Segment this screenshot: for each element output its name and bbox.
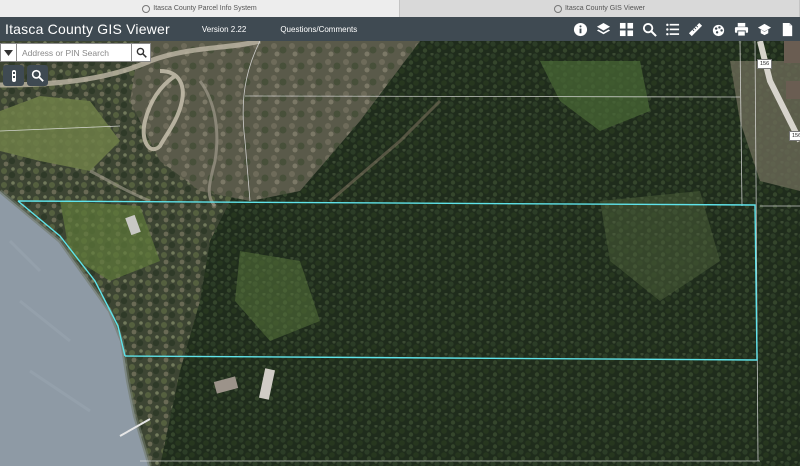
education-cap-icon [757, 23, 771, 35]
draw-button[interactable] [709, 20, 727, 38]
road-label: 156 [757, 59, 773, 69]
layers-button[interactable] [594, 20, 612, 38]
search-type-dropdown[interactable] [0, 43, 17, 62]
info-button[interactable] [571, 20, 589, 38]
export-icon [782, 22, 792, 36]
info-icon [573, 22, 587, 36]
print-button[interactable] [732, 20, 750, 38]
draw-icon [712, 24, 724, 36]
browser-tab-strip: Itasca County Parcel Info System Itasca … [0, 0, 800, 17]
aerial-imagery [0, 41, 800, 466]
browser-tab-label: Itasca County GIS Viewer [564, 5, 646, 12]
search-bar [0, 43, 151, 62]
search-icon [642, 22, 657, 37]
search-input[interactable] [17, 43, 132, 62]
legend-list-icon [665, 23, 679, 35]
globe-icon [142, 4, 151, 13]
browser-tab-label: Itasca County Parcel Info System [153, 5, 257, 12]
browser-tab-gis-viewer[interactable]: Itasca County GIS Viewer [400, 0, 800, 17]
questions-comments-link[interactable]: Questions/Comments [280, 25, 357, 34]
app-title: Itasca County GIS Viewer [5, 21, 170, 37]
browser-tab-parcel-info[interactable]: Itasca County Parcel Info System [0, 0, 400, 17]
help-button[interactable] [755, 20, 773, 38]
basemap-grid-icon [619, 22, 633, 36]
map-tool-button[interactable] [3, 65, 24, 86]
legend-button[interactable] [663, 20, 681, 38]
search-submit-button[interactable] [132, 43, 151, 62]
search-tool-button[interactable] [640, 20, 658, 38]
measure-ruler-icon [688, 22, 702, 36]
road-label: 156 [789, 131, 800, 141]
map-view[interactable]: 156 156 [0, 41, 800, 466]
layers-icon [596, 22, 610, 34]
version-label: Version 2.22 [201, 24, 247, 34]
measure-button[interactable] [686, 20, 704, 38]
app-header: Itasca County GIS Viewer Version 2.22 Qu… [0, 17, 800, 41]
print-icon [734, 22, 748, 37]
export-button[interactable] [778, 20, 796, 38]
caret-down-icon [4, 49, 13, 56]
search-icon [136, 47, 147, 58]
map-search-button[interactable] [27, 65, 48, 86]
basemap-button[interactable] [617, 20, 635, 38]
search-icon [31, 69, 44, 82]
toolbar [571, 17, 800, 41]
location-marker-icon [11, 69, 16, 82]
globe-icon [553, 4, 562, 13]
